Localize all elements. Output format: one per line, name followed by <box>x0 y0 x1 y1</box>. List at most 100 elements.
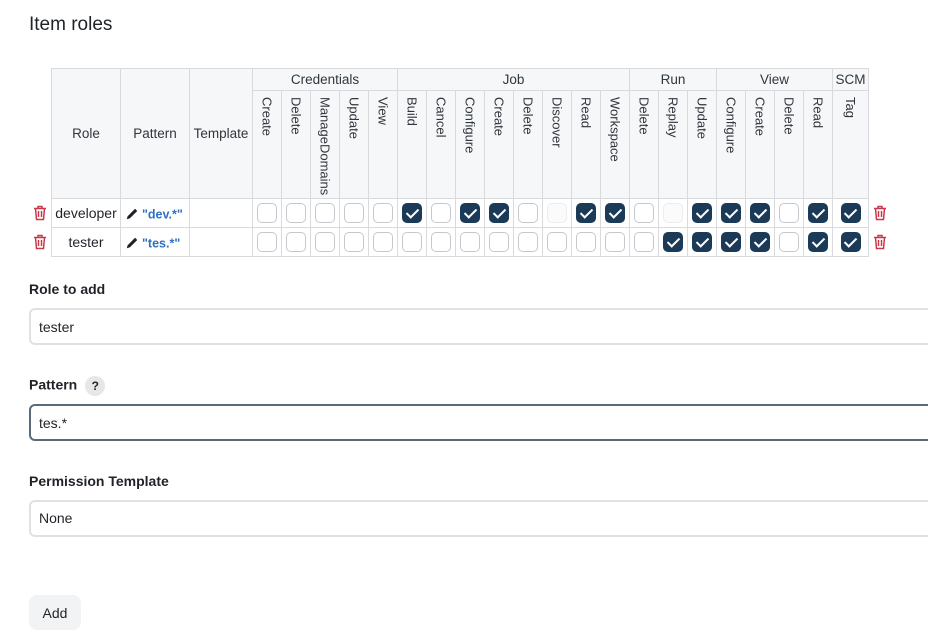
permission-checkbox[interactable] <box>663 232 683 253</box>
permission-cell <box>484 227 514 258</box>
delete-role-right-trash-icon[interactable] <box>873 205 887 221</box>
permission-checkbox[interactable] <box>402 232 422 253</box>
permission-checkbox[interactable] <box>315 232 335 253</box>
permission-checkbox[interactable] <box>576 203 596 224</box>
permission-checkbox[interactable] <box>808 232 828 253</box>
permission-checkbox[interactable] <box>344 232 364 253</box>
permission-checkbox[interactable] <box>518 203 538 224</box>
permission-checkbox[interactable] <box>402 203 422 224</box>
permission-cell <box>687 198 717 229</box>
permission-checkbox[interactable] <box>721 203 741 224</box>
permission-cell <box>600 198 630 229</box>
role-name: developer <box>51 198 121 229</box>
permission-checkbox[interactable] <box>779 203 799 224</box>
help-icon[interactable]: ? <box>85 376 106 396</box>
permission-checkbox[interactable] <box>286 232 306 253</box>
role-row: tester "tes.*" <box>51 227 869 258</box>
permission-cell <box>600 227 630 258</box>
permission-checkbox[interactable] <box>605 232 625 253</box>
permission-checkbox[interactable] <box>431 232 451 253</box>
role-to-add-input[interactable] <box>29 308 928 345</box>
template-column-header: Template <box>189 67 253 200</box>
permission-checkbox[interactable] <box>692 203 712 224</box>
permission-header-label: View <box>375 97 391 125</box>
permission-checkbox[interactable] <box>750 232 770 253</box>
permission-group-header: SCM <box>832 68 869 91</box>
permission-group-header: Credentials <box>252 68 398 91</box>
permission-cell <box>397 198 427 229</box>
permission-checkbox[interactable] <box>634 203 654 224</box>
permission-checkbox[interactable] <box>840 203 861 224</box>
permission-cell <box>484 198 514 229</box>
permission-cell <box>513 227 543 258</box>
pattern-column-header: Pattern <box>120 67 190 200</box>
pattern-cell: "tes.*" <box>120 227 190 258</box>
add-button[interactable]: Add <box>29 595 81 630</box>
permission-checkbox[interactable] <box>431 203 451 224</box>
permission-checkbox[interactable] <box>257 232 277 253</box>
permission-cell <box>426 227 456 258</box>
permission-cell <box>658 227 688 258</box>
permission-header-label: Build <box>404 97 420 126</box>
permission-header-label: Create <box>752 97 768 137</box>
permission-cell <box>629 198 659 229</box>
permission-checkbox[interactable] <box>460 232 480 253</box>
permission-checkbox[interactable] <box>840 232 861 253</box>
permission-template-select[interactable]: None <box>29 500 928 537</box>
permission-checkbox[interactable] <box>460 203 480 224</box>
permission-group-header: Run <box>629 68 717 91</box>
permission-cell <box>513 198 543 229</box>
permission-checkbox[interactable] <box>344 203 364 224</box>
pattern-input[interactable] <box>29 404 928 441</box>
delete-role-left-trash-icon[interactable] <box>33 205 47 221</box>
role-row: developer "dev.*" <box>51 198 869 229</box>
permission-checkbox[interactable] <box>286 203 306 224</box>
permission-checkbox[interactable] <box>576 232 596 253</box>
delete-role-right-trash-icon[interactable] <box>873 234 887 250</box>
permission-cell <box>252 198 282 229</box>
pattern-link[interactable]: "dev.*" <box>142 207 183 221</box>
permission-cell <box>803 227 833 258</box>
permission-checkbox[interactable] <box>489 203 509 224</box>
permission-checkbox[interactable] <box>489 232 509 253</box>
permission-cell <box>745 198 775 229</box>
edit-pencil-icon[interactable] <box>125 207 139 221</box>
edit-pencil-icon[interactable] <box>125 236 139 250</box>
delete-role-left-trash-icon[interactable] <box>33 234 47 250</box>
pattern-link[interactable]: "tes.*" <box>142 236 180 250</box>
permission-cell <box>832 198 869 229</box>
permission-checkbox[interactable] <box>808 203 828 224</box>
role-name: tester <box>51 227 121 258</box>
permission-checkbox[interactable] <box>518 232 538 253</box>
template-cell <box>189 227 253 258</box>
permission-cell <box>310 227 340 258</box>
permission-cell <box>774 227 804 258</box>
permission-header: Create <box>745 89 775 200</box>
permission-checkbox[interactable] <box>779 232 799 253</box>
permission-cell <box>571 227 601 258</box>
permission-header-label: Read <box>578 97 594 129</box>
permission-header: View <box>368 89 398 200</box>
permission-checkbox[interactable] <box>315 203 335 224</box>
permission-template-label: Permission Template <box>29 473 169 489</box>
permission-checkbox <box>663 203 683 224</box>
permission-cell <box>455 227 485 258</box>
permission-header-label: Tag <box>843 97 858 118</box>
permission-header: Update <box>687 89 717 200</box>
permission-header: Read <box>803 89 833 200</box>
item-roles-table: Role Pattern Template Credentials Job Run V… <box>51 67 869 258</box>
permission-cell <box>542 198 572 229</box>
permission-header-label: Replay <box>665 97 681 138</box>
permission-checkbox[interactable] <box>547 232 567 253</box>
permission-checkbox[interactable] <box>257 203 277 224</box>
permission-checkbox[interactable] <box>634 232 654 253</box>
permission-checkbox[interactable] <box>605 203 625 224</box>
permission-checkbox[interactable] <box>721 232 741 253</box>
permission-checkbox[interactable] <box>373 232 393 253</box>
template-cell <box>189 198 253 229</box>
permission-checkbox[interactable] <box>692 232 712 253</box>
permission-group-header: View <box>716 68 833 91</box>
permission-checkbox[interactable] <box>373 203 393 224</box>
permission-cell <box>281 198 311 229</box>
permission-checkbox[interactable] <box>750 203 770 224</box>
